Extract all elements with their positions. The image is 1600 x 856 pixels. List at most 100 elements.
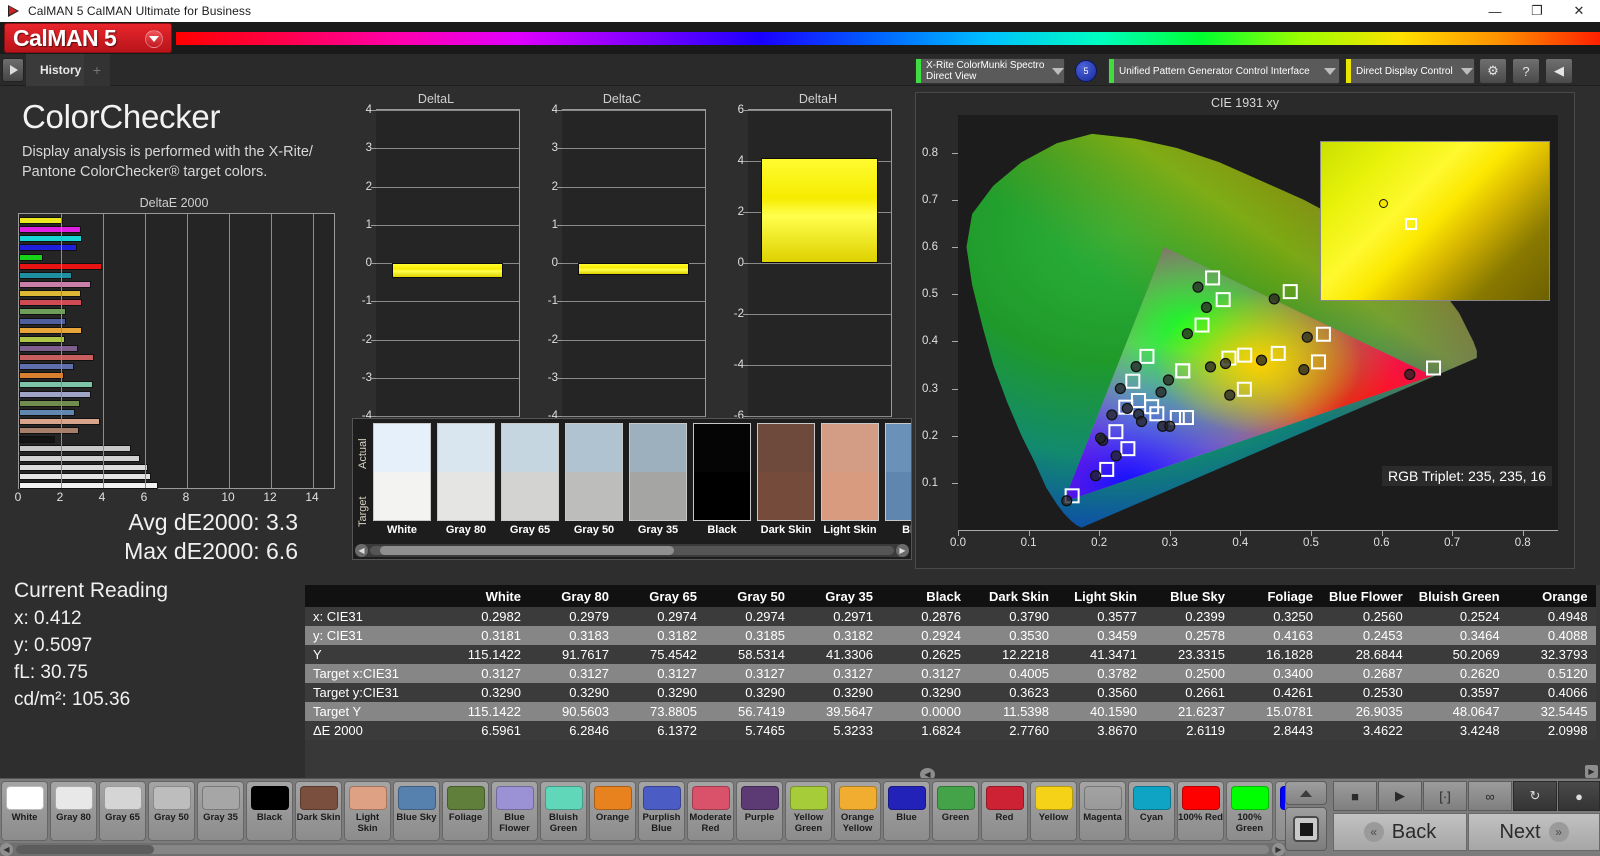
table-column-header[interactable]: Light Skin [1057,585,1145,607]
patch-button[interactable]: Orange Yellow [834,781,881,841]
next-button[interactable]: Next » [1468,813,1600,851]
swatch-pair[interactable]: Gray 80 [437,423,495,536]
swatch-pair[interactable]: Dark Skin [757,423,815,536]
chevron-down-icon[interactable] [1321,59,1339,83]
range-icon[interactable]: [·] [1423,781,1467,811]
swatch-pair[interactable]: White [373,423,431,536]
patch-button[interactable]: Bluish Green [540,781,587,841]
table-row[interactable]: ΔE 2000 6.5961 6.2846 6.1372 5.7465 5.3233 1.6… [305,721,1596,740]
swatch-pair[interactable]: Gray 35 [629,423,687,536]
stop-icon[interactable]: ■ [1333,781,1377,811]
patch-button[interactable]: White [1,781,48,841]
patch-button[interactable]: Blue [883,781,930,841]
infinity-icon[interactable]: ∞ [1468,781,1512,811]
table-row[interactable]: Target Y 115.1422 90.5603 73.8805 56.7419 39.… [305,702,1596,721]
swatch-pair[interactable]: Black [693,423,751,536]
patch-button[interactable]: Yellow [1030,781,1077,841]
back-button[interactable]: « Back [1333,813,1467,851]
scroll-left-icon[interactable]: ◀ [355,544,368,557]
patch-button[interactable]: Black [246,781,293,841]
display-control-selector[interactable]: Direct Display Control [1345,58,1475,84]
gear-icon[interactable]: ⚙ [1479,58,1507,84]
swatch-pair[interactable]: Light Skin [821,423,879,536]
table-row[interactable]: Y 115.1422 91.7617 75.4542 58.5314 41.3306 0.2… [305,645,1596,664]
patch-button[interactable]: Light Skin [344,781,391,841]
table-row[interactable]: y: CIE31 0.3181 0.3183 0.3182 0.3185 0.3182 0.… [305,626,1596,645]
scrollbar-thumb[interactable] [16,845,154,854]
chevron-down-icon[interactable] [145,30,163,48]
chevron-left-icon[interactable]: ◀ [1545,58,1573,84]
swatch-horizontal-scrollbar[interactable]: ◀ ▶ [355,544,909,557]
patch-button[interactable]: Yellow Green [785,781,832,841]
record-icon[interactable]: ● [1558,781,1600,811]
patch-button[interactable]: 100% Red [1177,781,1224,841]
patch-button[interactable]: Moderate Red [687,781,734,841]
calman-logo[interactable]: CalMAN 5 [4,23,172,53]
refresh-icon[interactable]: ↻ [1513,781,1557,811]
stop-square-icon[interactable] [1285,807,1327,851]
patch-button[interactable]: Orange [589,781,636,841]
patch-button[interactable]: Purple [736,781,783,841]
patch-button[interactable]: Dark Skin [295,781,342,841]
patch-scroll-right-icon[interactable]: ▶ [1585,765,1598,778]
patch-button[interactable]: Red [981,781,1028,841]
swatch-pair[interactable]: Gray 65 [501,423,559,536]
patch-button[interactable]: 100% Green [1226,781,1273,841]
table-column-header[interactable]: White [441,585,529,607]
patch-button[interactable]: Green [932,781,979,841]
meter-count-badge[interactable]: 5 [1075,60,1097,82]
minimize-button[interactable]: — [1474,0,1516,22]
patch-button[interactable]: 100% Blue [1275,781,1285,841]
table-column-header[interactable]: Gray 65 [617,585,705,607]
scroll-right-icon[interactable]: ▶ [896,544,909,557]
swatch-pair[interactable]: Gray 50 [565,423,623,536]
table-column-header[interactable]: Gray 35 [793,585,881,607]
patch-button[interactable]: Blue Flower [491,781,538,841]
patch-button[interactable]: Foliage [442,781,489,841]
question-mark-icon[interactable]: ? [1512,58,1540,84]
chevron-down-icon[interactable] [1458,59,1476,83]
patch-button[interactable]: Gray 35 [197,781,244,841]
scrollbar-track[interactable] [16,845,1269,854]
play-icon[interactable] [2,58,24,82]
scroll-left-icon[interactable]: ◀ [0,843,13,856]
table-column-header[interactable]: Bluish Green [1410,585,1508,607]
table-cell: 0.4088 [1507,626,1596,645]
maximize-button[interactable]: ❐ [1516,0,1558,22]
patch-button[interactable]: Gray 65 [99,781,146,841]
patch-button[interactable]: Blue Sky [393,781,440,841]
scroll-right-icon[interactable]: ▶ [1272,843,1285,856]
patch-button[interactable]: Gray 50 [148,781,195,841]
scrollbar-thumb[interactable] [380,546,674,555]
chevron-down-icon[interactable] [1049,59,1067,83]
chevron-up-icon[interactable] [1285,781,1327,805]
play-icon[interactable]: ▶ [1378,781,1422,811]
table-column-header[interactable]: Foliage [1233,585,1321,607]
axis-tick [743,263,748,264]
cie-chromaticity-plot[interactable]: RGB Triplet: 235, 235, 16 [958,115,1558,530]
table-row[interactable]: Target x:CIE31 0.3127 0.3127 0.3127 0.3127 0.… [305,664,1596,683]
patch-horizontal-scrollbar[interactable]: ◀ ▶ [0,843,1285,856]
measurements-table-container[interactable]: White Gray 80 Gray 65 Gray 50 Gray 35 Black Da… [305,585,1600,778]
table-row[interactable]: Target y:CIE31 0.3290 0.3290 0.3290 0.3290 0.… [305,683,1596,702]
table-column-header[interactable]: Gray 50 [705,585,793,607]
table-column-header[interactable]: Dark Skin [969,585,1057,607]
patch-button[interactable]: Gray 80 [50,781,97,841]
patch-button[interactable]: Magenta [1079,781,1126,841]
scrollbar-track[interactable] [370,546,894,555]
app-logo-icon [6,3,22,19]
swatch-pair[interactable]: Blue [885,423,911,536]
meter-selector[interactable]: X-Rite ColorMunki Spectro Direct View [915,58,1065,84]
table-row[interactable]: x: CIE31 0.2982 0.2979 0.2974 0.2974 0.2971 0.… [305,607,1596,626]
table-column-header[interactable]: Blue Flower [1321,585,1411,607]
add-tab-button[interactable]: + [84,54,110,86]
table-column-header[interactable]: Blue Sky [1145,585,1233,607]
table-cell: 2.7760 [969,721,1057,740]
close-button[interactable]: ✕ [1558,0,1600,22]
patch-button[interactable]: Purplish Blue [638,781,685,841]
patch-button[interactable]: Cyan [1128,781,1175,841]
table-column-header[interactable]: Orange [1507,585,1596,607]
pattern-source-selector[interactable]: Unified Pattern Generator Control Interf… [1108,58,1340,84]
table-column-header[interactable]: Black [881,585,969,607]
table-column-header[interactable]: Gray 80 [529,585,617,607]
